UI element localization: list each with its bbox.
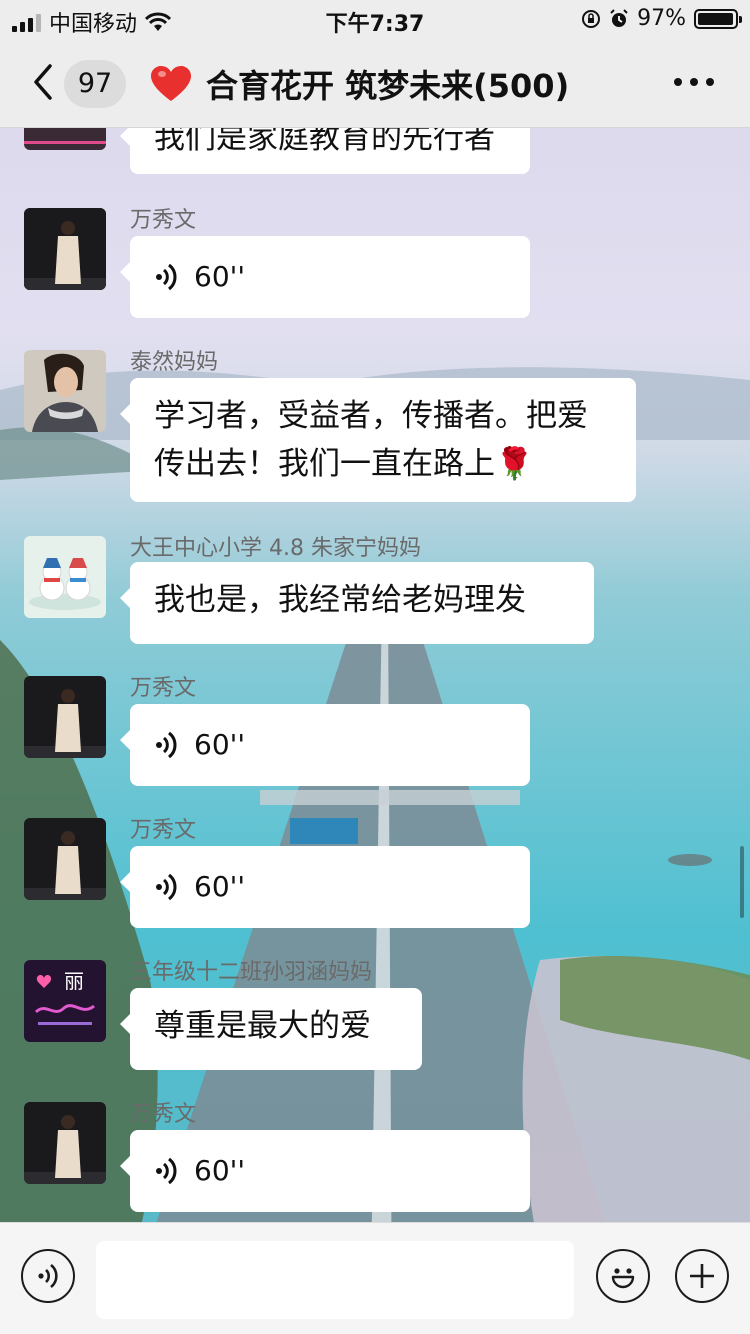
message-bubble[interactable]: 我也是，我经常给老妈理发: [120, 562, 594, 644]
alarm-icon: [610, 8, 628, 27]
voice-duration: 60'': [194, 1154, 246, 1187]
voice-wave-icon: [156, 263, 177, 291]
input-bar: [0, 1222, 750, 1334]
more-options-icon[interactable]: [674, 78, 714, 86]
rotation-lock-icon: [582, 9, 601, 28]
scroll-indicator[interactable]: [740, 846, 744, 918]
voice-duration: 60'': [194, 260, 246, 293]
more-functions-button[interactable]: [675, 1249, 729, 1303]
message-text: 我也是，我经常给老妈理发: [154, 582, 526, 618]
sender-name: 万秀文: [130, 208, 197, 233]
avatar-logo-text: 丽: [64, 969, 84, 993]
battery-percent: 97%: [637, 6, 686, 31]
message-input[interactable]: [96, 1241, 574, 1319]
status-bar: 中国移动 下午7:37 97%: [0, 0, 750, 40]
message-bubble[interactable]: 尊重是最大的爱: [120, 988, 422, 1070]
voice-message-bubble[interactable]: 60'': [120, 846, 530, 928]
emoji-button[interactable]: [596, 1249, 650, 1303]
sender-name: 泰然妈妈: [130, 350, 219, 375]
avatar[interactable]: [24, 1102, 106, 1184]
message-list[interactable]: 我们是家庭教育的先行者 万秀文 60'' 泰然妈妈 学习者，受益者，传播者。把爱…: [0, 128, 750, 1222]
voice-message-bubble[interactable]: 60'': [120, 1130, 530, 1212]
avatar[interactable]: [24, 676, 106, 758]
sender-name: 万秀文: [130, 1102, 197, 1127]
back-chevron-icon[interactable]: [28, 62, 58, 102]
chat-header: 97 合育花开 筑梦未来(500): [0, 40, 750, 128]
voice-message-bubble[interactable]: 60'': [120, 236, 530, 318]
voice-wave-icon: [156, 1157, 177, 1185]
voice-icon: [38, 1263, 58, 1289]
sender-name: 万秀文: [130, 818, 197, 843]
unread-count-badge[interactable]: 97: [64, 60, 126, 108]
plus-icon: [690, 1264, 714, 1288]
sender-name: 大王中心小学 4.8 朱家宁妈妈: [130, 536, 421, 561]
avatar[interactable]: 丽: [24, 960, 106, 1042]
sender-name: 三年级十二班孙羽涵妈妈: [130, 960, 373, 985]
battery-icon: [694, 8, 742, 29]
group-name: 合育花开 筑梦未来(500): [206, 67, 570, 105]
status-right: 97%: [581, 6, 742, 31]
message-text: 尊重是最大的爱: [154, 1008, 371, 1044]
voice-duration: 60'': [194, 870, 246, 903]
avatar[interactable]: [24, 208, 106, 290]
voice-duration: 60'': [194, 728, 246, 761]
avatar[interactable]: [24, 350, 106, 432]
message-bubble[interactable]: 学习者，受益者，传播者。把爱传出去！我们一直在路上🌹: [120, 378, 636, 502]
message-text: 学习者，受益者，传播者。把爱传出去！我们一直在路上🌹: [154, 398, 588, 482]
avatar[interactable]: [24, 536, 106, 618]
group-title: 合育花开 筑梦未来(500): [150, 40, 569, 128]
sender-name: 万秀文: [130, 676, 197, 701]
voice-wave-icon: [156, 731, 177, 759]
voice-wave-icon: [156, 873, 177, 901]
voice-input-button[interactable]: [21, 1249, 75, 1303]
message-bubble[interactable]: 我们是家庭教育的先行者: [120, 128, 530, 174]
avatar[interactable]: [24, 128, 106, 150]
voice-message-bubble[interactable]: 60'': [120, 704, 530, 786]
heart-icon: [151, 66, 191, 101]
message-text: 我们是家庭教育的先行者: [154, 128, 495, 156]
smiley-icon: [611, 1268, 635, 1289]
avatar[interactable]: [24, 818, 106, 900]
